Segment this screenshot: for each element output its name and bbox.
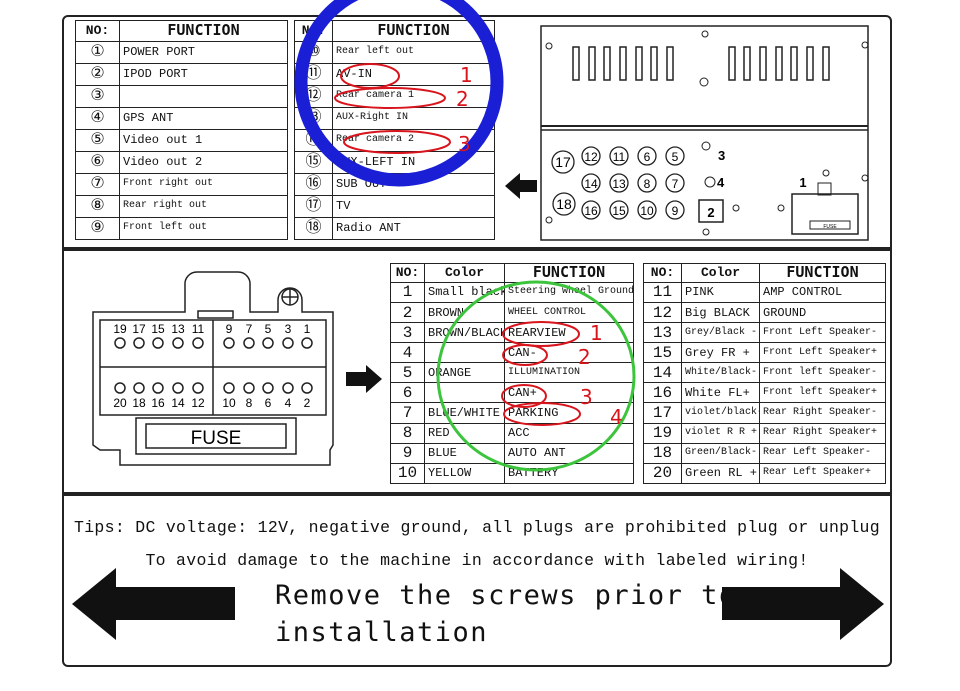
pin-hole [282, 337, 294, 349]
port-label: 17 [555, 154, 571, 170]
vent-slot [603, 46, 611, 81]
pin-number: 7 [246, 322, 253, 336]
pin-number: 8 [246, 396, 253, 410]
vent-slot [635, 46, 643, 81]
port-label: 14 [584, 177, 598, 191]
pin-number: 13 [171, 322, 185, 336]
annotation-mark: 1 [590, 321, 603, 345]
pin-number: 1 [304, 322, 311, 336]
big-right-arrow-icon [722, 568, 884, 640]
pin-hole [192, 337, 204, 349]
port-label: 18 [556, 196, 572, 212]
pin-number: 9 [226, 322, 233, 336]
vent-slot [650, 46, 658, 81]
pin-number: 3 [285, 322, 292, 336]
pin-hole [223, 382, 235, 394]
warning-line-1: Remove the screws prior to [275, 580, 737, 611]
pin-hole [133, 382, 145, 394]
vent-slot [806, 46, 814, 81]
pin-hole [301, 382, 313, 394]
vent-slot [666, 46, 674, 81]
port-label: 9 [672, 204, 679, 218]
annotation-mark: 3 [580, 385, 593, 409]
pin-number: 14 [171, 396, 185, 410]
warning-line-2: installation [275, 617, 489, 648]
vent-slot [822, 46, 830, 81]
right-arrow-icon [346, 365, 382, 393]
pin-hole [152, 382, 164, 394]
tips-line-2: To avoid damage to the machine in accord… [145, 551, 809, 570]
annotation-mark: 2 [456, 87, 469, 111]
port-label-2: 2 [707, 205, 714, 220]
port-label-4: 4 [717, 175, 725, 190]
annotation-mark: 2 [578, 345, 591, 369]
pin-number: 15 [151, 322, 165, 336]
green-highlight-circle [436, 280, 636, 472]
harness-fuse-label: FUSE [191, 428, 242, 449]
port-label: 6 [644, 150, 651, 164]
tips-line-1: Tips: DC voltage: 12V, negative ground, … [74, 518, 880, 537]
pin-hole [223, 337, 235, 349]
port-label: 12 [584, 150, 598, 164]
pin-number: 6 [265, 396, 272, 410]
small-fuse-label: FUSE [823, 224, 837, 230]
pin-hole [282, 382, 294, 394]
port-label: 10 [640, 204, 654, 218]
pin-number: 20 [113, 396, 127, 410]
port-label: 15 [612, 204, 626, 218]
pin-number: 17 [132, 322, 146, 336]
pin-number: 2 [304, 396, 311, 410]
pin-hole [262, 337, 274, 349]
pin-hole [243, 382, 255, 394]
pin-hole [152, 337, 164, 349]
pin-hole [172, 337, 184, 349]
port-label: 5 [672, 150, 679, 164]
pointer-arrow-icon [505, 173, 537, 199]
port-label: 7 [672, 177, 679, 191]
annotation-mark: 4 [610, 405, 623, 429]
pin-hole [114, 382, 126, 394]
pin-hole [301, 337, 313, 349]
pin-number: 4 [285, 396, 292, 410]
pin-hole [114, 337, 126, 349]
pin-number: 5 [265, 322, 272, 336]
port-label-1: 1 [799, 175, 806, 190]
pin-hole [192, 382, 204, 394]
pin-number: 19 [113, 322, 127, 336]
vent-slot [588, 46, 596, 81]
pin-number: 12 [191, 396, 205, 410]
annotation-mark: 1 [460, 63, 473, 87]
vent-slot [619, 46, 627, 81]
port-label-3: 3 [718, 148, 725, 163]
pin-number: 18 [132, 396, 146, 410]
port-label: 13 [612, 177, 626, 191]
pin-hole [262, 382, 274, 394]
port-label: 8 [644, 177, 651, 191]
port-label: 16 [584, 204, 598, 218]
pin-hole [172, 382, 184, 394]
vent-slot [759, 46, 767, 81]
pin-hole [133, 337, 145, 349]
pin-number: 10 [222, 396, 236, 410]
pin-number: 16 [151, 396, 165, 410]
pin-number: 11 [192, 322, 205, 336]
annotation-mark: 3 [458, 132, 471, 156]
pin-hole [243, 337, 255, 349]
vent-slot [775, 46, 783, 81]
vent-slot [572, 46, 580, 81]
big-left-arrow-icon [72, 568, 235, 640]
vent-slot [743, 46, 751, 81]
vent-slot [728, 46, 736, 81]
vent-slot [790, 46, 798, 81]
port-label: 11 [613, 150, 626, 164]
